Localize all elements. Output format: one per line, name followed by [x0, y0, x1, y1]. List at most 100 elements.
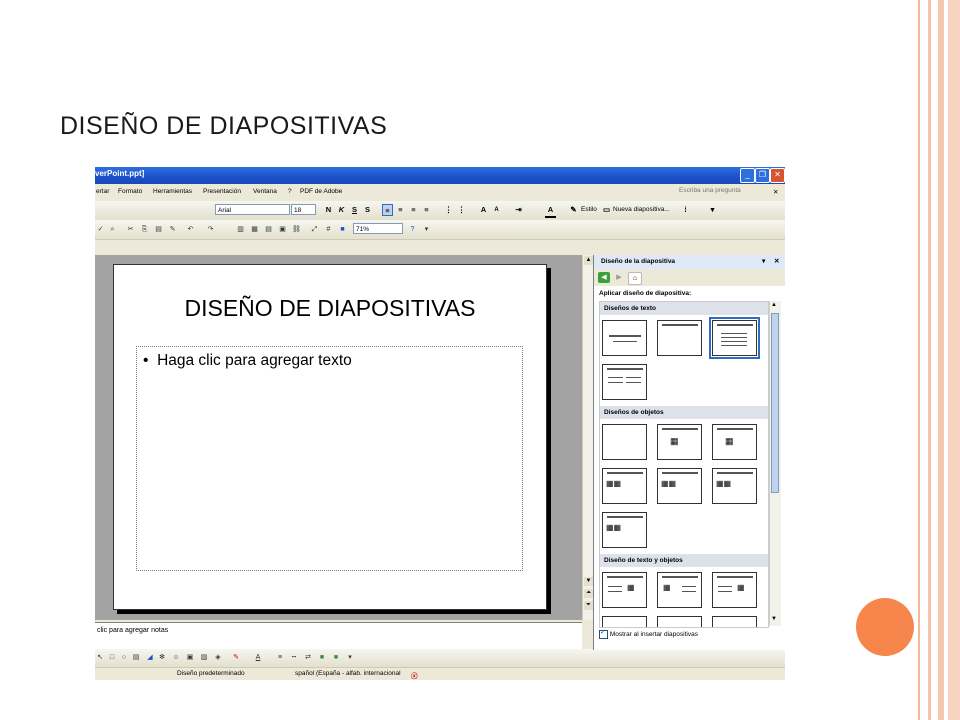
- previous-slide-icon[interactable]: ⏶: [584, 589, 593, 598]
- body-placeholder-text[interactable]: • Haga clic para agregar texto: [143, 352, 352, 370]
- layout-title-only[interactable]: [657, 320, 702, 356]
- layout-text-object-more-a[interactable]: [602, 616, 647, 627]
- scroll-up-icon[interactable]: ▲: [584, 256, 593, 265]
- menu-insert[interactable]: ertar: [96, 188, 109, 195]
- oval-icon[interactable]: ○: [119, 653, 129, 663]
- scroll-up-icon[interactable]: ▲: [771, 302, 777, 308]
- layout-title-and-text[interactable]: [709, 317, 760, 359]
- line-style-icon[interactable]: ≡: [275, 653, 285, 663]
- notes-placeholder[interactable]: clic para agregar notas: [97, 627, 168, 634]
- paste-icon[interactable]: ▤: [153, 224, 164, 235]
- menu-format[interactable]: Formato: [118, 188, 142, 195]
- font-name-select[interactable]: Arial: [215, 204, 290, 215]
- taskpane-close-icon[interactable]: ✕: [774, 257, 779, 265]
- notes-pane[interactable]: clic para agregar notas: [95, 622, 582, 650]
- clipart-icon[interactable]: ☺: [171, 653, 181, 663]
- new-slide-icon[interactable]: ▭: [601, 204, 612, 216]
- insert-picture-icon[interactable]: ▣: [277, 224, 288, 235]
- 3d-style-icon[interactable]: ■: [331, 653, 341, 663]
- close-doc-icon[interactable]: ✕: [773, 188, 778, 196]
- shadow-style-icon[interactable]: ■: [317, 653, 327, 663]
- ask-question-input[interactable]: Escriba una pregunta: [679, 187, 763, 198]
- menu-help[interactable]: ?: [288, 188, 292, 195]
- taskpane-menu-icon[interactable]: ▾: [762, 257, 765, 265]
- show-on-insert-option[interactable]: Mostrar al insertar diapositivas: [599, 628, 698, 639]
- color-icon[interactable]: ■: [337, 224, 348, 235]
- layout-four-content-d[interactable]: ▦▦: [602, 512, 647, 548]
- new-slide-button[interactable]: Nueva diapositiva...: [613, 206, 670, 213]
- close-button[interactable]: ✕: [770, 168, 785, 183]
- wordart-icon[interactable]: ◢: [145, 653, 155, 663]
- indent-icon[interactable]: ⇥: [513, 204, 524, 216]
- layout-text-two-content[interactable]: ▦: [712, 572, 757, 608]
- layout-four-content-b[interactable]: ▦▦: [657, 468, 702, 504]
- font-size-select[interactable]: 18: [291, 204, 316, 215]
- decrease-font-icon[interactable]: A: [491, 204, 502, 216]
- increase-font-icon[interactable]: A: [478, 204, 489, 216]
- layout-four-content-c[interactable]: ▦▦: [712, 468, 757, 504]
- scroll-thumb[interactable]: [771, 313, 779, 493]
- dash-style-icon[interactable]: ┅: [289, 653, 299, 663]
- menu-tools[interactable]: Herramientas: [153, 188, 192, 195]
- align-right-icon[interactable]: ≡: [408, 204, 419, 216]
- diagram-icon[interactable]: ✻: [157, 653, 167, 663]
- restore-button[interactable]: ❐: [755, 168, 770, 183]
- align-center-icon[interactable]: ≡: [395, 204, 406, 216]
- bold-button[interactable]: N: [323, 204, 334, 216]
- layout-title-slide[interactable]: [602, 320, 647, 356]
- undo-icon[interactable]: ↶: [185, 224, 196, 235]
- toolbar-overflow-icon[interactable]: ▾: [707, 204, 718, 216]
- underline-button[interactable]: S: [349, 204, 360, 216]
- layout-title-content[interactable]: ▦: [657, 424, 702, 460]
- image-icon[interactable]: ▨: [199, 653, 209, 663]
- line-color-icon[interactable]: ✎: [231, 653, 241, 663]
- picture-icon[interactable]: ▣: [185, 653, 195, 663]
- bullet-list-icon[interactable]: ⋮: [456, 204, 467, 216]
- style-button[interactable]: Estilo: [581, 206, 597, 213]
- layout-gallery-scrollbar[interactable]: ▲ ▼: [769, 301, 781, 626]
- shadow-button[interactable]: S: [362, 204, 373, 216]
- tables-borders-icon[interactable]: ▤: [263, 224, 274, 235]
- options-icon[interactable]: ⁞: [680, 204, 691, 216]
- cut-icon[interactable]: ✂: [125, 224, 136, 235]
- layout-title-content-alt[interactable]: ▦: [712, 424, 757, 460]
- justify-icon[interactable]: ≡: [421, 204, 432, 216]
- layout-two-column-text[interactable]: [602, 364, 647, 400]
- insert-chart-icon[interactable]: ▥: [235, 224, 246, 235]
- layout-blank[interactable]: [602, 424, 647, 460]
- layout-text-and-content[interactable]: ▦: [602, 572, 647, 608]
- menu-window[interactable]: Ventana: [253, 188, 277, 195]
- format-painter-icon[interactable]: ✎: [167, 224, 178, 235]
- insert-table-icon[interactable]: ▦: [249, 224, 260, 235]
- toolbar-overflow-icon[interactable]: ▾: [345, 653, 355, 663]
- numbered-list-icon[interactable]: ⋮: [443, 204, 454, 216]
- menu-presentation[interactable]: Presentación: [203, 188, 241, 195]
- slide-canvas[interactable]: DISEÑO DE DIAPOSITIVAS • Haga clic para …: [113, 264, 547, 610]
- toolbar-overflow-icon[interactable]: ▾: [421, 224, 432, 235]
- align-left-icon[interactable]: ≡: [382, 204, 393, 216]
- forward-icon[interactable]: ▶: [613, 272, 625, 283]
- arrow-icon[interactable]: ↖: [95, 653, 105, 663]
- copy-icon[interactable]: ⎘: [139, 224, 150, 235]
- back-icon[interactable]: ◀: [598, 272, 610, 283]
- minimize-button[interactable]: _: [740, 168, 755, 183]
- scroll-down-icon[interactable]: ▼: [584, 577, 593, 586]
- next-slide-icon[interactable]: ⏷: [584, 601, 593, 610]
- grid-icon[interactable]: #: [323, 224, 334, 235]
- body-placeholder[interactable]: • Haga clic para agregar texto: [136, 346, 523, 571]
- research-icon[interactable]: ⌕: [107, 224, 118, 235]
- help-icon[interactable]: ?: [407, 224, 418, 235]
- scroll-down-icon[interactable]: ▼: [771, 616, 777, 622]
- italic-button[interactable]: K: [336, 204, 347, 216]
- textbox-icon[interactable]: ▤: [131, 653, 141, 663]
- layout-text-object-more-c[interactable]: [712, 616, 757, 627]
- menu-adobe-pdf[interactable]: PDF de Adobe: [300, 188, 342, 195]
- layout-content-and-text[interactable]: ▦: [657, 572, 702, 608]
- arrow-style-icon[interactable]: ⇄: [303, 653, 313, 663]
- font-color-icon[interactable]: A: [253, 653, 263, 663]
- spelling-icon[interactable]: ✓: [95, 224, 106, 235]
- slide-title-text[interactable]: DISEÑO DE DIAPOSITIVAS: [114, 295, 546, 322]
- layout-four-content[interactable]: ▦▦: [602, 468, 647, 504]
- style-icon[interactable]: ✎: [568, 204, 579, 216]
- rectangle-icon[interactable]: □: [107, 653, 117, 663]
